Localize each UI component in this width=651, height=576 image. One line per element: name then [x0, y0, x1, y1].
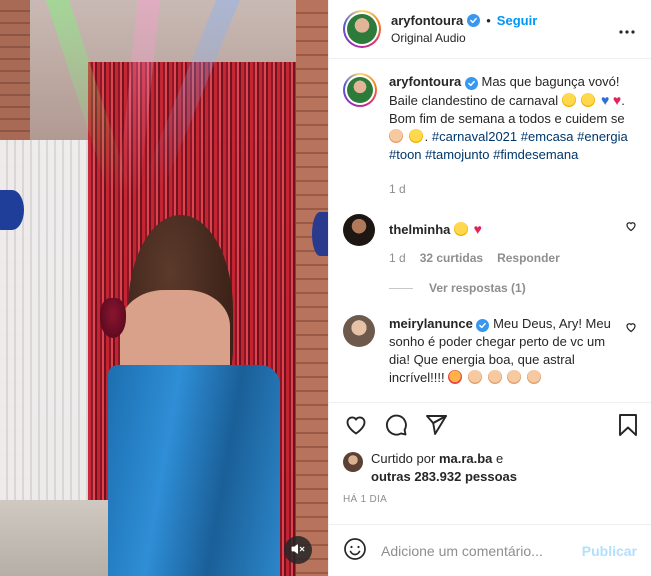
clapping-hands-icon [507, 370, 522, 384]
post-header: aryfontoura • Seguir Original Audio [329, 0, 651, 59]
caption-meta: 1 d [389, 180, 639, 198]
mute-button[interactable] [284, 536, 312, 564]
video-floor [0, 500, 110, 576]
video-brick-wall-right [296, 0, 328, 576]
comment-icon [384, 413, 408, 440]
comment-likes-count[interactable]: 32 curtidas [420, 249, 483, 267]
clapping-hands-icon [487, 370, 502, 384]
save-button[interactable] [615, 414, 641, 440]
header-separator: • [486, 13, 491, 28]
verified-badge-icon [464, 77, 478, 90]
clapping-hands-icon [467, 370, 482, 384]
liked-by-prefix: Curtido por [371, 451, 436, 466]
comment-like-heart-icon[interactable] [625, 220, 639, 234]
author-avatar[interactable] [343, 10, 381, 48]
share-icon [424, 413, 448, 440]
comment-body: meirylanunce Meu Deus, Ary! Meu sonho é … [389, 315, 617, 387]
audio-label[interactable]: Original Audio [391, 31, 615, 45]
clapping-hands-icon [526, 370, 541, 384]
emoji-icon [343, 538, 367, 564]
comment-age: 1 d [389, 251, 406, 265]
caption: aryfontoura Mas que bagunça vovó! Baile … [343, 73, 639, 198]
comment-input[interactable] [381, 542, 582, 559]
comment-button[interactable] [383, 414, 409, 440]
comment-username[interactable]: thelminha [389, 222, 450, 237]
commenter-avatar[interactable] [343, 315, 375, 347]
comment-like-heart-icon[interactable] [625, 321, 639, 335]
commenter-avatar[interactable] [343, 214, 375, 246]
praying-hands-icon [389, 129, 403, 143]
replies-divider [389, 287, 413, 289]
post-actions-bar [329, 402, 651, 450]
comment-item: meirylanunce Meu Deus, Ary! Meu sonho é … [343, 315, 639, 387]
share-button[interactable] [423, 414, 449, 440]
heart-eyes-emoji-icon [448, 370, 463, 384]
caption-username[interactable]: aryfontoura [389, 74, 461, 89]
post-video[interactable] [0, 0, 328, 576]
view-replies-label: Ver respostas (1) [429, 281, 526, 295]
comment-meta: 1 d 32 curtidas Responder [389, 249, 617, 267]
caption-body: aryfontoura Mas que bagunça vovó! Baile … [389, 73, 639, 198]
emoji-picker-button[interactable] [343, 537, 367, 564]
caption-age: 1 d [389, 182, 406, 196]
like-button[interactable] [343, 414, 369, 440]
laughing-emoji-icon [561, 93, 576, 107]
post-panel: aryfontoura • Seguir Original Audio aryf… [328, 0, 651, 576]
liker-avatar[interactable] [343, 452, 363, 472]
comment-item: thelminha ♥ 1 d 32 curtidas Responder [343, 214, 639, 267]
instagram-post: aryfontoura • Seguir Original Audio aryf… [0, 0, 651, 576]
hashtag-carnaval2021[interactable]: #carnaval2021 [432, 129, 517, 144]
video-blue-balloon [312, 212, 328, 256]
laughing-emoji-icon [581, 93, 596, 107]
liked-by-user[interactable]: ma.ra.ba [439, 451, 492, 466]
comment-body: thelminha ♥ 1 d 32 curtidas Responder [389, 220, 617, 267]
verified-badge-icon [476, 319, 490, 332]
muted-speaker-icon [291, 542, 305, 559]
comment-username[interactable]: meirylanunce [389, 316, 473, 331]
likes-text: Curtido por ma.ra.ba e outras 283.932 pe… [371, 450, 517, 486]
video-blue-decoration [0, 190, 24, 230]
heart-icon [344, 413, 368, 440]
liked-by-connector: e [496, 451, 504, 466]
liked-by-others[interactable]: outras 283.932 pessoas [371, 469, 517, 484]
bookmark-icon [617, 413, 639, 440]
add-comment-form: Publicar [329, 524, 651, 576]
more-options-icon [619, 22, 635, 37]
reply-button[interactable]: Responder [497, 249, 560, 267]
view-replies-button[interactable]: Ver respostas (1) [389, 281, 639, 295]
author-info: aryfontoura • Seguir Original Audio [391, 13, 615, 45]
smiling-emoji-icon [408, 129, 423, 143]
laughing-emoji-icon [454, 222, 469, 236]
red-heart-icon: ♥ [612, 92, 622, 108]
caption-avatar[interactable] [343, 73, 377, 107]
verified-badge-icon [467, 14, 481, 27]
hashtag-fimdesemana[interactable]: #fimdesemana [493, 147, 578, 162]
more-options-button[interactable] [615, 17, 639, 41]
follow-button[interactable]: Seguir [497, 13, 537, 28]
post-timestamp[interactable]: HÁ 1 DIA [329, 494, 651, 524]
comments-section[interactable]: aryfontoura Mas que bagunça vovó! Baile … [329, 59, 651, 402]
likes-summary: Curtido por ma.ra.ba e outras 283.932 pe… [329, 450, 651, 494]
author-username[interactable]: aryfontoura [391, 13, 463, 28]
publish-button[interactable]: Publicar [582, 543, 637, 559]
blue-heart-icon: ♥ [600, 92, 610, 108]
video-person-blue-dress [108, 365, 280, 576]
video-wine-glass [100, 298, 126, 338]
red-heart-icon: ♥ [473, 221, 482, 237]
